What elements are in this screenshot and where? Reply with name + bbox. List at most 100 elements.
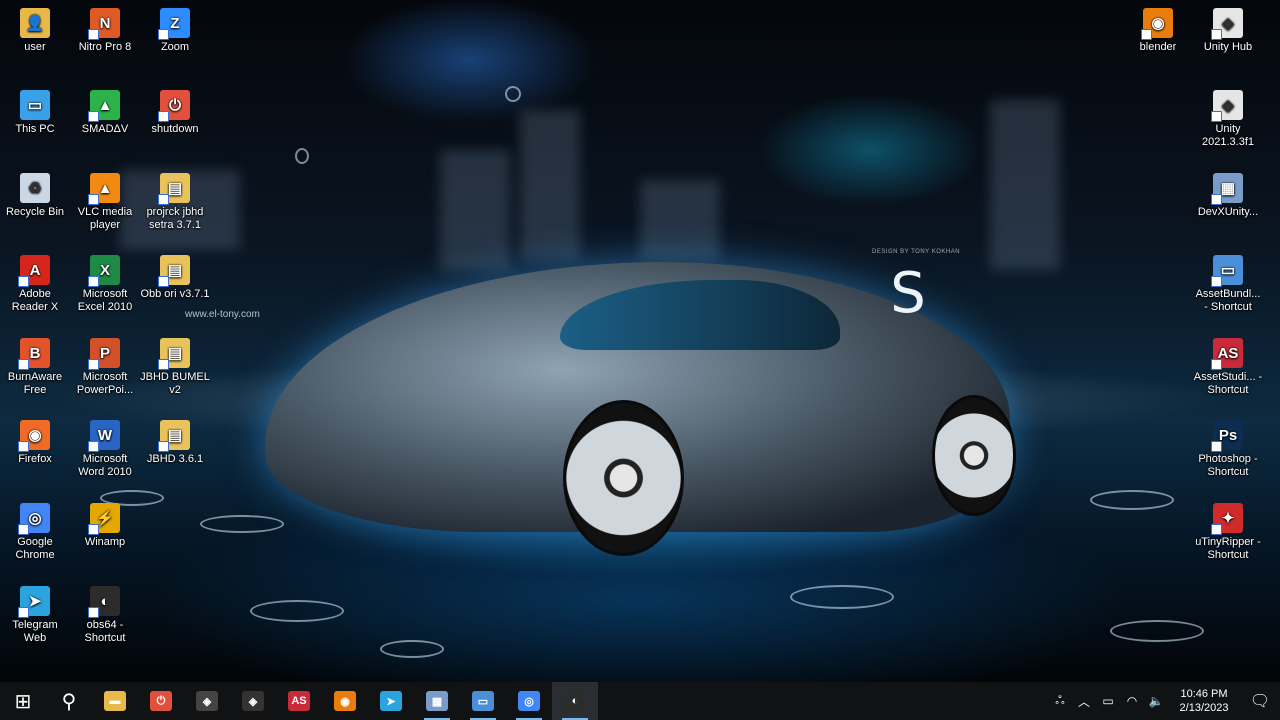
desktop-icon[interactable]: ▤ JBHD 3.6.1 bbox=[140, 420, 210, 466]
desktop-icon[interactable]: ⚡ Winamp bbox=[70, 503, 140, 549]
taskbar-app-button[interactable]: ◎ bbox=[506, 682, 552, 720]
system-tray: ஃ ︿ ▭ ◠ 🔈 10:46 PM 2/13/2023 🗨 bbox=[1048, 682, 1280, 720]
desktop-icon[interactable]: Ps Photoshop - Shortcut bbox=[1193, 420, 1263, 479]
desktop-icon[interactable]: ✦ uTinyRipper - Shortcut bbox=[1193, 503, 1263, 562]
desktop-icon[interactable]: ◈ Unity Hub bbox=[1193, 8, 1263, 54]
desktop-icon[interactable]: ⏻ shutdown bbox=[140, 90, 210, 136]
desktop-icon-label: Nitro Pro 8 bbox=[78, 41, 132, 53]
devxunity-taskbar-icon: ▦ bbox=[426, 691, 448, 711]
battery-icon[interactable]: ▭ bbox=[1096, 694, 1120, 708]
desktop-icon[interactable]: ◎ Google Chrome bbox=[0, 503, 70, 562]
folder-icon: ▤ bbox=[158, 338, 190, 370]
desktop-icon-label: Microsoft Excel 2010 bbox=[77, 288, 133, 313]
wifi-icon[interactable]: ◠ bbox=[1120, 694, 1144, 708]
desktop-icon-label: Telegram Web bbox=[12, 619, 58, 644]
desktop-icon[interactable]: ♻ Recycle Bin bbox=[0, 173, 70, 219]
desktop-icon-label: Photoshop - Shortcut bbox=[1198, 453, 1258, 478]
water-drop bbox=[1110, 620, 1204, 642]
water-drop bbox=[200, 515, 284, 533]
desktop-icon[interactable]: ▭ AssetBundl... - Shortcut bbox=[1193, 255, 1263, 314]
desktop-icon-label: obs64 - Shortcut bbox=[84, 619, 126, 644]
taskbar-app-button[interactable]: ⏻ bbox=[138, 682, 184, 720]
chevron-up-icon[interactable]: ︿ bbox=[1072, 693, 1096, 710]
desktop-icon[interactable]: ◉ Firefox bbox=[0, 420, 70, 466]
clock[interactable]: 10:46 PM 2/13/2023 bbox=[1168, 687, 1240, 715]
obs-taskbar-icon: ◐ bbox=[564, 691, 586, 711]
desktop-icon-label: JBHD 3.6.1 bbox=[146, 453, 204, 465]
desktop-icon-label: AssetStudi... - Shortcut bbox=[1193, 371, 1263, 396]
taskbar-app-button[interactable]: ▭ bbox=[460, 682, 506, 720]
recycle-bin-icon: ♻ bbox=[20, 173, 50, 203]
blender-taskbar-icon: ◉ bbox=[334, 691, 356, 711]
taskbar-app-button[interactable]: ▦ bbox=[414, 682, 460, 720]
desktop-icon[interactable]: ▤ projrck jbhd setra 3.7.1 bbox=[140, 173, 210, 232]
wallpaper-logo: S bbox=[890, 261, 926, 326]
folder-icon: ▤ bbox=[158, 173, 190, 205]
desktop-icon[interactable]: ▦ DevXUnity... bbox=[1193, 173, 1263, 219]
water-drop bbox=[295, 148, 309, 164]
taskbar-app-button[interactable]: ◈ bbox=[230, 682, 276, 720]
desktop-icon-label: VLC media player bbox=[77, 206, 133, 231]
clock-time: 10:46 PM bbox=[1180, 688, 1228, 700]
search-button[interactable]: ⚲ bbox=[46, 682, 92, 720]
start-button[interactable]: ⊞ bbox=[0, 682, 46, 720]
water-drop bbox=[250, 600, 344, 622]
taskbar-app-button[interactable]: ◐ bbox=[552, 682, 598, 720]
folder-icon: ▤ bbox=[158, 420, 190, 452]
desktop-icon[interactable]: ◈ Unity 2021.3.3f1 bbox=[1193, 90, 1263, 149]
search-icon: ⚲ bbox=[61, 690, 77, 713]
powerpoint-icon: P bbox=[88, 338, 120, 370]
desktop-icon-label: user bbox=[24, 41, 46, 53]
desktop-icon-label: Obb ori v3.7.1 bbox=[140, 288, 210, 300]
car-rear-wheel bbox=[932, 395, 1016, 516]
city-building bbox=[520, 110, 580, 260]
taskbar-app-button[interactable]: ◈ bbox=[184, 682, 230, 720]
desktop-icon[interactable]: P Microsoft PowerPoi... bbox=[70, 338, 140, 397]
desktop-icon[interactable]: X Microsoft Excel 2010 bbox=[70, 255, 140, 314]
taskbar-app-button[interactable]: AS bbox=[276, 682, 322, 720]
desktop-icon[interactable]: N Nitro Pro 8 bbox=[70, 8, 140, 54]
desktop-icon[interactable]: ➤ Telegram Web bbox=[0, 586, 70, 645]
desktop-icon[interactable]: ▲ SMADΔV bbox=[70, 90, 140, 136]
desktop-icon[interactable]: Z Zoom bbox=[140, 8, 210, 54]
clock-date: 2/13/2023 bbox=[1179, 702, 1229, 714]
devxunity-icon: ▦ bbox=[1211, 173, 1243, 205]
nitro-pdf-icon: N bbox=[88, 8, 120, 40]
desktop-icon[interactable]: B BurnAware Free bbox=[0, 338, 70, 397]
people-icon[interactable]: ஃ bbox=[1048, 693, 1072, 709]
desktop-icon[interactable]: ▭ This PC bbox=[0, 90, 70, 136]
windows-logo-icon: ⊞ bbox=[14, 690, 32, 713]
desktop-icon-label: uTinyRipper - Shortcut bbox=[1195, 536, 1261, 561]
desktop-icon-label: This PC bbox=[15, 123, 55, 135]
wallpaper-credit: DESIGN BY TONY KOKHAN bbox=[872, 249, 961, 255]
desktop-icon-label: Unity Hub bbox=[1203, 41, 1253, 53]
folder-icon: ▤ bbox=[158, 255, 190, 287]
taskbar-app-button[interactable]: ▬ bbox=[92, 682, 138, 720]
desktop-icon[interactable]: ◉ blender bbox=[1123, 8, 1193, 54]
desktop-icon[interactable]: ▲ VLC media player bbox=[70, 173, 140, 232]
desktop-icon-label: Adobe Reader X bbox=[11, 288, 59, 313]
desktop-icon[interactable]: ▤ JBHD BUMEL v2 bbox=[140, 338, 210, 397]
unity-icon: ◈ bbox=[1211, 90, 1243, 122]
vlc-icon: ▲ bbox=[88, 173, 120, 205]
taskbar: ⊞ ⚲ ▬ ⏻ ◈ ◈ AS ◉ ➤ ▦ ▭ ◎ ◐ ஃ ︿ ▭ ◠ 🔈 10:46 PM 2/13… bbox=[0, 682, 1280, 720]
excel-icon: X bbox=[88, 255, 120, 287]
window-icon: ▭ bbox=[1211, 255, 1243, 287]
notification-button[interactable]: 🗨 bbox=[1240, 682, 1280, 720]
desktop-icon[interactable]: 👤 user bbox=[0, 8, 70, 54]
volume-icon[interactable]: 🔈 bbox=[1144, 694, 1168, 708]
desktop-icon-label: Google Chrome bbox=[15, 536, 55, 561]
folder-user-icon: 👤 bbox=[20, 8, 50, 38]
desktop-icon[interactable]: ◐ obs64 - Shortcut bbox=[70, 586, 140, 645]
desktop-icon[interactable]: ▤ Obb ori v3.7.1 bbox=[140, 255, 210, 301]
desktop-icon-label: Unity 2021.3.3f1 bbox=[1202, 123, 1254, 148]
shutdown-app-icon: ⏻ bbox=[150, 691, 172, 711]
desktop-icon[interactable]: A Adobe Reader X bbox=[0, 255, 70, 314]
desktop-icon[interactable]: W Microsoft Word 2010 bbox=[70, 420, 140, 479]
desktop-icon-label: Firefox bbox=[18, 453, 52, 465]
city-building bbox=[640, 180, 720, 260]
taskbar-app-button[interactable]: ◉ bbox=[322, 682, 368, 720]
taskbar-app-button[interactable]: ➤ bbox=[368, 682, 414, 720]
city-building bbox=[990, 100, 1060, 270]
desktop-icon[interactable]: AS AssetStudi... - Shortcut bbox=[1193, 338, 1263, 397]
